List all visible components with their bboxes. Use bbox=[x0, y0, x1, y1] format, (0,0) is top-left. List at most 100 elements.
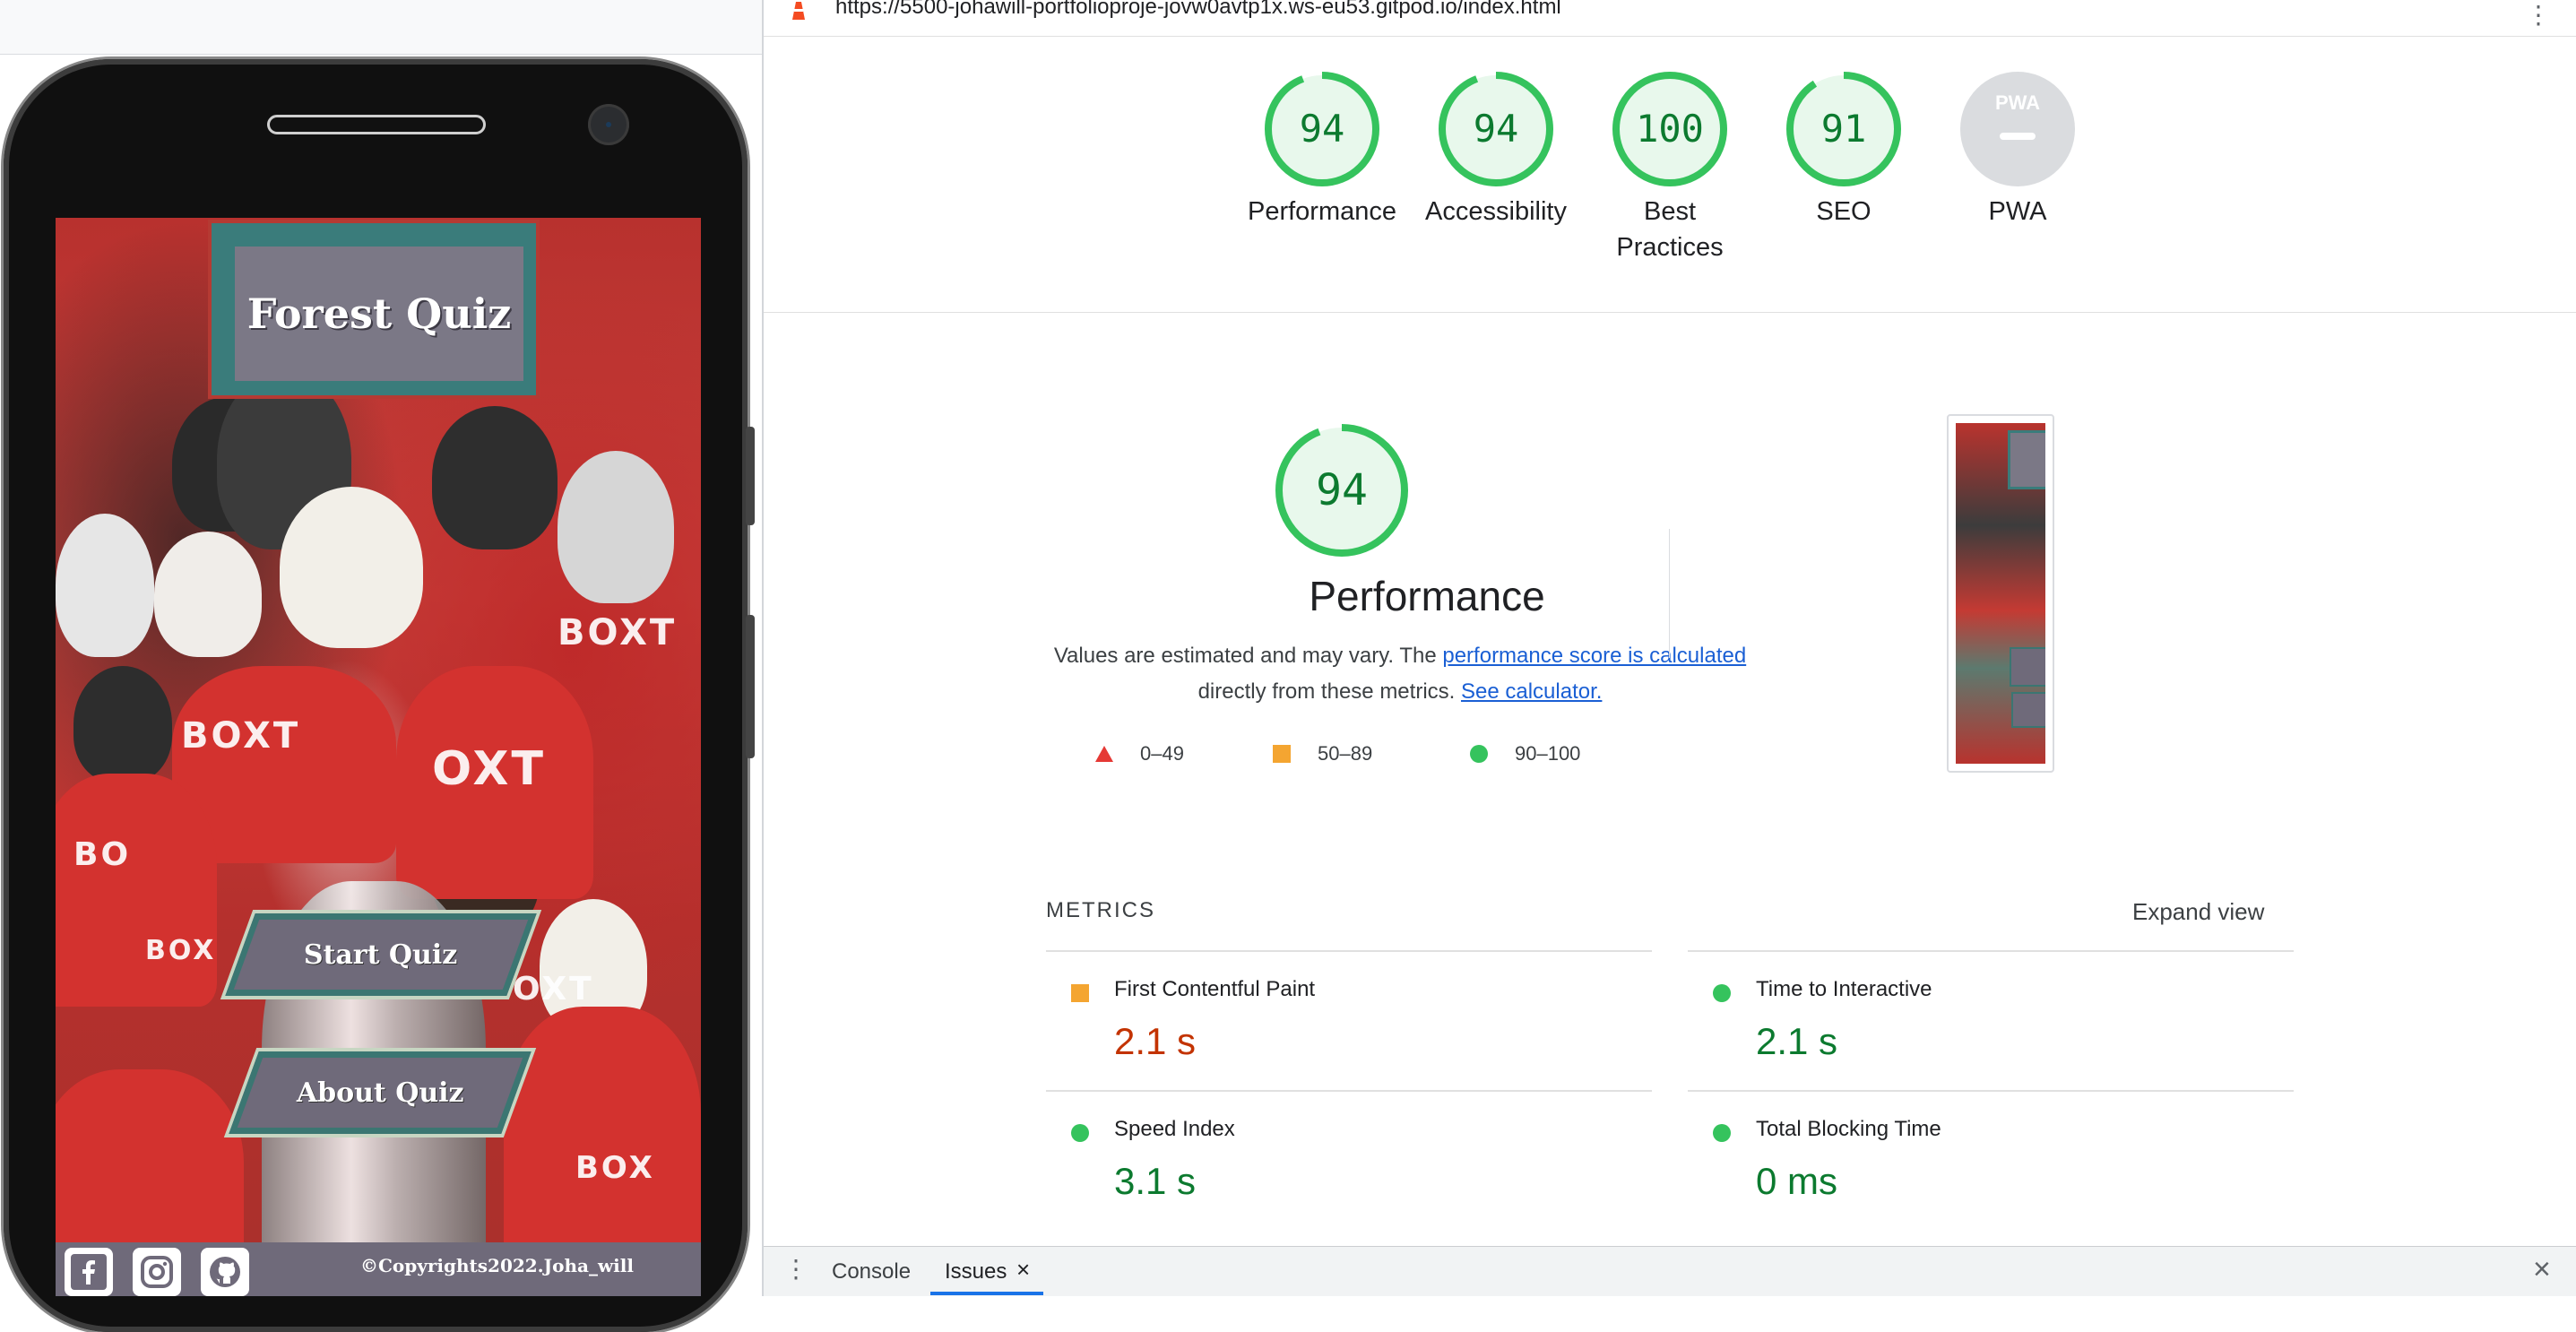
gauge-label: Accessibility bbox=[1425, 197, 1567, 226]
tab-issues[interactable]: Issues bbox=[945, 1259, 1007, 1284]
legend-range: 50–89 bbox=[1318, 742, 1373, 765]
gauge-ring: 94 bbox=[1265, 72, 1379, 186]
see-calculator-link[interactable]: See calculator. bbox=[1461, 679, 1602, 704]
thumbnail-image bbox=[1956, 423, 2045, 764]
gauge-accessibility[interactable]: 94 Accessibility bbox=[1411, 70, 1581, 229]
thumbnail-title-box bbox=[2008, 430, 2045, 489]
background-player bbox=[280, 487, 423, 648]
metric-total-blocking-time: Total Blocking Time 0 ms bbox=[1688, 1090, 2294, 1232]
gauge-score: 100 bbox=[1636, 107, 1704, 151]
performance-gauge-large: 94 bbox=[1273, 421, 1411, 564]
thumbnail-button bbox=[2010, 647, 2045, 687]
report-url-link[interactable]: https://5500-johawill-portfolioproje-jov… bbox=[835, 0, 1561, 20]
gauge-score: 91 bbox=[1821, 107, 1867, 151]
circle-icon bbox=[1470, 745, 1488, 763]
about-quiz-label: About Quiz bbox=[296, 1077, 464, 1109]
app-title-panel: Forest Quiz bbox=[235, 247, 523, 381]
pwa-badge-icon: PWA bbox=[1960, 72, 2075, 186]
legend-item-pass: 90–100 bbox=[1470, 742, 1580, 765]
circle-icon bbox=[1071, 1124, 1089, 1142]
metrics-heading: METRICS bbox=[1046, 898, 1155, 922]
square-icon bbox=[1273, 745, 1291, 763]
background-player bbox=[56, 514, 154, 657]
description-text: Values are estimated and may vary. The bbox=[1053, 644, 1443, 668]
metric-time-to-interactive: Time to Interactive 2.1 s bbox=[1688, 950, 2294, 1092]
github-icon[interactable] bbox=[201, 1248, 249, 1296]
lighthouse-report-pane: https://5500-johawill-portfolioproje-jov… bbox=[764, 0, 2576, 1296]
circle-icon bbox=[1713, 984, 1731, 1002]
metric-value: 2.1 s bbox=[1114, 1020, 1197, 1062]
background-shirt bbox=[504, 1007, 701, 1276]
lighthouse-logo-icon bbox=[792, 2, 805, 20]
performance-score: 94 bbox=[1316, 465, 1368, 515]
start-quiz-button[interactable]: Start Quiz bbox=[225, 913, 537, 996]
metric-speed-index: Speed Index 3.1 s bbox=[1046, 1090, 1652, 1232]
performance-title: Performance bbox=[1309, 573, 1545, 619]
sponsor-text: BOXT bbox=[558, 612, 678, 653]
sponsor-text: BOX bbox=[145, 935, 217, 966]
gauge-ring: 91 bbox=[1786, 72, 1901, 186]
close-drawer-icon[interactable]: × bbox=[2533, 1252, 2551, 1287]
gauge-label: PWA bbox=[1988, 197, 2047, 226]
background-player bbox=[558, 451, 674, 603]
start-quiz-label: Start Quiz bbox=[304, 938, 458, 971]
legend-range: 90–100 bbox=[1515, 742, 1581, 765]
pwa-badge-text: PWA bbox=[1995, 91, 2040, 114]
gauge-score: 94 bbox=[1474, 107, 1519, 151]
phone-speaker bbox=[267, 115, 486, 134]
report-url-bar: https://5500-johawill-portfolioproje-jov… bbox=[764, 0, 2576, 37]
copyright-text: ©Copyrights2022.Joha_will bbox=[360, 1255, 634, 1276]
gauge-score: 94 bbox=[1300, 107, 1345, 151]
metric-label: Speed Index bbox=[1114, 1117, 1235, 1141]
gauge-label: SEO bbox=[1816, 197, 1871, 226]
app-title: Forest Quiz bbox=[246, 290, 512, 338]
gauge-seo[interactable]: 91 SEO bbox=[1759, 70, 1929, 229]
gauge-pwa[interactable]: PWA PWA bbox=[1932, 70, 2103, 229]
gauge-ring: 94 bbox=[1275, 424, 1408, 557]
about-quiz-button[interactable]: About Quiz bbox=[229, 1051, 532, 1134]
final-screenshot-thumbnail[interactable] bbox=[1947, 414, 2054, 773]
device-preview-pane: BOXT OXT BOXT BOX BO BOX OXT Forest Quiz… bbox=[0, 0, 762, 1332]
triangle-icon bbox=[1095, 746, 1113, 762]
facebook-icon[interactable] bbox=[65, 1248, 113, 1296]
app-screen: BOXT OXT BOXT BOX BO BOX OXT Forest Quiz… bbox=[56, 218, 701, 1296]
gauge-ring: 94 bbox=[1439, 72, 1553, 186]
score-legend: 0–49 50–89 90–100 bbox=[1095, 742, 1759, 774]
metric-value: 0 ms bbox=[1756, 1160, 1838, 1202]
performance-score-link[interactable]: performance score is calculated bbox=[1442, 644, 1746, 668]
metric-first-contentful-paint: First Contentful Paint 2.1 s bbox=[1046, 950, 1652, 1092]
instagram-icon[interactable] bbox=[133, 1248, 181, 1296]
close-tab-icon[interactable]: × bbox=[1016, 1256, 1030, 1284]
metric-label: First Contentful Paint bbox=[1114, 977, 1316, 1001]
tab-console[interactable]: Console bbox=[832, 1259, 911, 1284]
thumbnail-button bbox=[2011, 692, 2045, 728]
drawer-menu-icon[interactable]: ⋮ bbox=[783, 1254, 808, 1284]
gauge-label: Performance bbox=[1247, 197, 1396, 226]
description-text: directly from these metrics. bbox=[1197, 679, 1461, 704]
square-icon bbox=[1071, 984, 1089, 1002]
gauge-label: Best Practices bbox=[1616, 197, 1724, 262]
expand-view-toggle[interactable]: Expand view bbox=[2132, 898, 2264, 926]
section-divider bbox=[764, 312, 2576, 313]
vertical-divider bbox=[1669, 529, 1670, 658]
sponsor-text: BOX bbox=[575, 1150, 655, 1186]
legend-item-fail: 0–49 bbox=[1095, 742, 1184, 765]
gauge-performance[interactable]: 94 Performance bbox=[1237, 70, 1407, 229]
legend-range: 0–49 bbox=[1140, 742, 1184, 765]
background-player bbox=[73, 666, 172, 783]
gauge-best-practices[interactable]: 100 Best Practices bbox=[1585, 70, 1755, 265]
sponsor-text: BOXT bbox=[181, 715, 301, 757]
metric-value: 3.1 s bbox=[1114, 1160, 1197, 1202]
devtools-drawer-tabs: ⋮ Console Issues × × bbox=[764, 1246, 2576, 1296]
sponsor-text: BO bbox=[73, 836, 132, 873]
device-toolbar bbox=[0, 0, 762, 55]
active-tab-indicator bbox=[930, 1292, 1043, 1295]
more-options-icon[interactable]: ⋮ bbox=[2526, 0, 2551, 30]
circle-icon bbox=[1713, 1124, 1731, 1142]
legend-item-average: 50–89 bbox=[1273, 742, 1372, 765]
background-shirt bbox=[56, 774, 217, 1007]
sponsor-text: OXT bbox=[513, 971, 594, 1008]
performance-description: Values are estimated and may vary. The p… bbox=[1042, 638, 1759, 710]
app-footer: ©Copyrights2022.Joha_will bbox=[56, 1242, 701, 1296]
gauge-ring: 100 bbox=[1612, 72, 1727, 186]
